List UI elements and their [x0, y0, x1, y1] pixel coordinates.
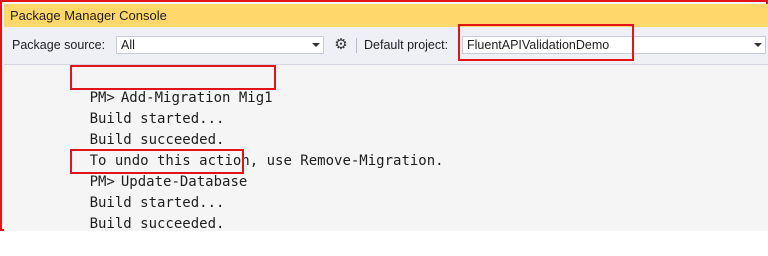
console-output[interactable]: PM> Add-Migration Mig1 Build started... B…	[4, 65, 768, 232]
package-source-label: Package source:	[12, 38, 106, 52]
add-migration-highlight-box	[70, 65, 276, 90]
gear-icon[interactable]: ⚙	[332, 36, 350, 54]
window-title-bar: Package Manager Console	[4, 4, 768, 27]
console-line-output: Build started...	[39, 172, 225, 211]
default-project-highlight-box	[458, 24, 634, 61]
console-line-output: Build started...	[39, 88, 225, 127]
package-source-dropdown[interactable]: All	[116, 36, 324, 54]
console-toolbar: Package source: All ⚙ Default project: F…	[4, 24, 768, 65]
package-manager-console-window: Package Manager Console Package source: …	[0, 0, 768, 232]
chevron-down-icon[interactable]	[754, 43, 762, 47]
console-line-output: Build succeeded.	[39, 109, 225, 148]
chevron-down-icon[interactable]	[312, 43, 320, 47]
console-line-output: To undo this action, use Remove-Migratio…	[39, 130, 444, 169]
update-database-highlight-box	[70, 149, 244, 174]
console-line-output: Build succeeded.	[39, 193, 225, 232]
toolbar-separator	[356, 38, 357, 53]
default-project-label: Default project:	[364, 38, 449, 52]
console-output-text: Build succeeded.	[89, 216, 225, 232]
window-title: Package Manager Console	[10, 8, 167, 23]
package-source-value: All	[121, 38, 135, 52]
